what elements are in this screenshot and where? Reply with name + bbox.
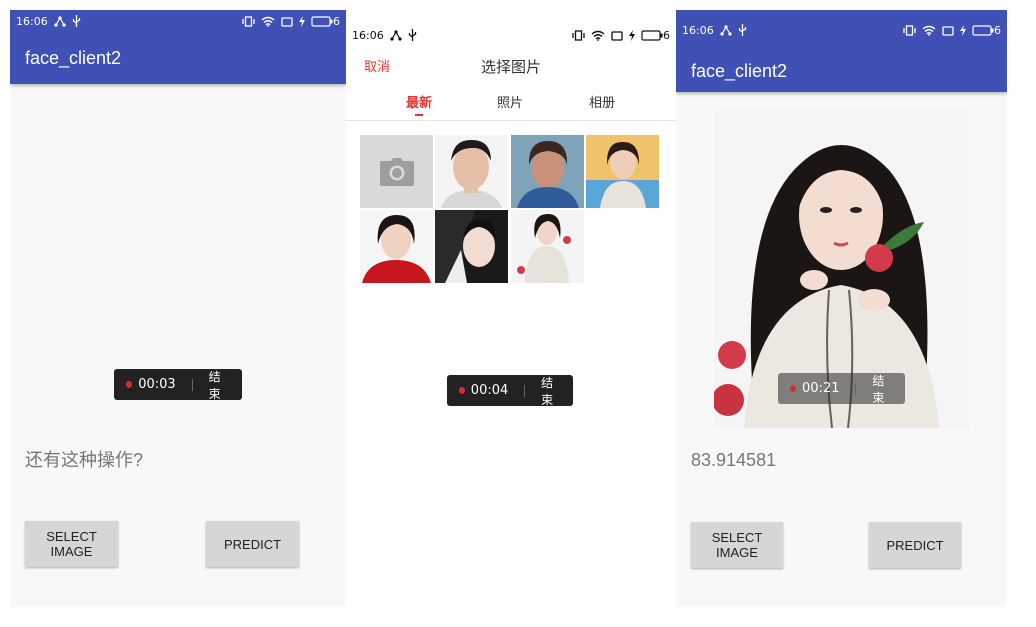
record-dot-icon xyxy=(790,385,797,392)
status-time: 16:06 xyxy=(16,14,48,28)
recorder-end-button[interactable]: 结束 xyxy=(541,374,561,408)
picker-tabs: 最新 照片 相册 xyxy=(346,92,676,120)
result-text: 还有这种操作? xyxy=(25,450,144,470)
wifi-icon xyxy=(922,25,936,36)
wifi-icon xyxy=(261,16,275,27)
image-thumbnail[interactable] xyxy=(360,210,433,283)
screen-icon xyxy=(611,30,623,41)
screen-recorder-pill: 00:04 结束 xyxy=(447,374,573,408)
battery-icon xyxy=(972,24,994,36)
select-image-button[interactable]: SELECT IMAGE xyxy=(25,521,118,567)
battery-icon xyxy=(311,15,333,27)
usb-icon xyxy=(738,24,746,36)
battery-level: 6 xyxy=(333,14,340,28)
select-image-button[interactable]: SELECT IMAGE xyxy=(691,522,783,568)
charging-icon xyxy=(960,24,966,36)
app-title: face_client2 xyxy=(691,60,788,81)
charging-icon xyxy=(629,29,635,41)
battery-level: 6 xyxy=(994,23,1001,37)
app-bar: face_client2 xyxy=(10,32,346,84)
score-text: 83.914581 xyxy=(691,450,777,470)
image-thumbnail[interactable] xyxy=(435,135,508,208)
vibrate-icon xyxy=(572,29,585,41)
recorder-end-button[interactable]: 结束 xyxy=(872,372,893,406)
record-dot-icon xyxy=(459,387,465,394)
status-bar: 16:06 6 xyxy=(676,10,1007,50)
image-thumbnail[interactable] xyxy=(435,210,508,283)
picker-header: 取消 选择图片 xyxy=(346,56,676,80)
share-icon xyxy=(720,24,732,36)
predict-button[interactable]: PREDICT xyxy=(869,522,961,568)
vibrate-icon xyxy=(903,24,916,36)
active-tab-indicator xyxy=(415,114,423,116)
status-time: 16:06 xyxy=(682,23,714,37)
recorder-end-button[interactable]: 结束 xyxy=(209,368,230,402)
recorder-time: 00:04 xyxy=(470,383,509,398)
tab-latest[interactable]: 最新 xyxy=(406,92,432,111)
screen-recorder-pill: 00:03 结束 xyxy=(114,368,242,402)
tab-photos[interactable]: 照片 xyxy=(497,92,523,111)
image-thumbnail[interactable] xyxy=(511,135,584,208)
camera-icon xyxy=(379,157,414,186)
image-thumbnail[interactable] xyxy=(511,210,584,283)
recorder-divider xyxy=(191,378,193,391)
share-icon xyxy=(54,15,66,27)
recorder-time: 00:03 xyxy=(138,377,176,392)
recorder-divider xyxy=(855,382,857,395)
screen-recorder-pill: 00:21 结束 xyxy=(778,372,905,406)
charging-icon xyxy=(299,15,305,27)
screen-image-picker: 16:06 6 取消 选择图片 最新 照片 相册 00:04 结束 xyxy=(346,10,676,607)
screen-icon xyxy=(281,16,293,27)
image-thumbnail[interactable] xyxy=(586,135,659,208)
tabs-divider xyxy=(346,120,676,121)
wifi-icon xyxy=(591,30,605,41)
record-dot-icon xyxy=(126,381,133,388)
usb-icon xyxy=(72,15,80,27)
battery-level: 6 xyxy=(663,28,670,42)
status-bar: 16:06 6 xyxy=(346,24,676,46)
status-bar: 16:06 6 xyxy=(10,10,346,32)
recorder-time: 00:21 xyxy=(802,381,840,396)
app-title: face_client2 xyxy=(25,47,122,68)
usb-icon xyxy=(408,29,416,41)
predict-button[interactable]: PREDICT xyxy=(206,521,299,567)
camera-tile[interactable] xyxy=(360,135,433,208)
app-bar: face_client2 xyxy=(676,50,1007,92)
vibrate-icon xyxy=(242,15,255,27)
share-icon xyxy=(390,29,402,41)
screen-icon xyxy=(942,25,954,36)
tab-albums[interactable]: 相册 xyxy=(589,92,615,111)
battery-icon xyxy=(641,29,663,41)
picker-title: 选择图片 xyxy=(480,58,541,76)
recorder-divider xyxy=(524,384,526,397)
screen-main-empty: 16:06 6 face_client2 00:03 结束 还有这种操作? SE… xyxy=(10,10,346,607)
status-time: 16:06 xyxy=(352,28,384,42)
screen-main-result: 16:06 6 face_client2 00:21 结束 83.914581 … xyxy=(676,10,1007,607)
